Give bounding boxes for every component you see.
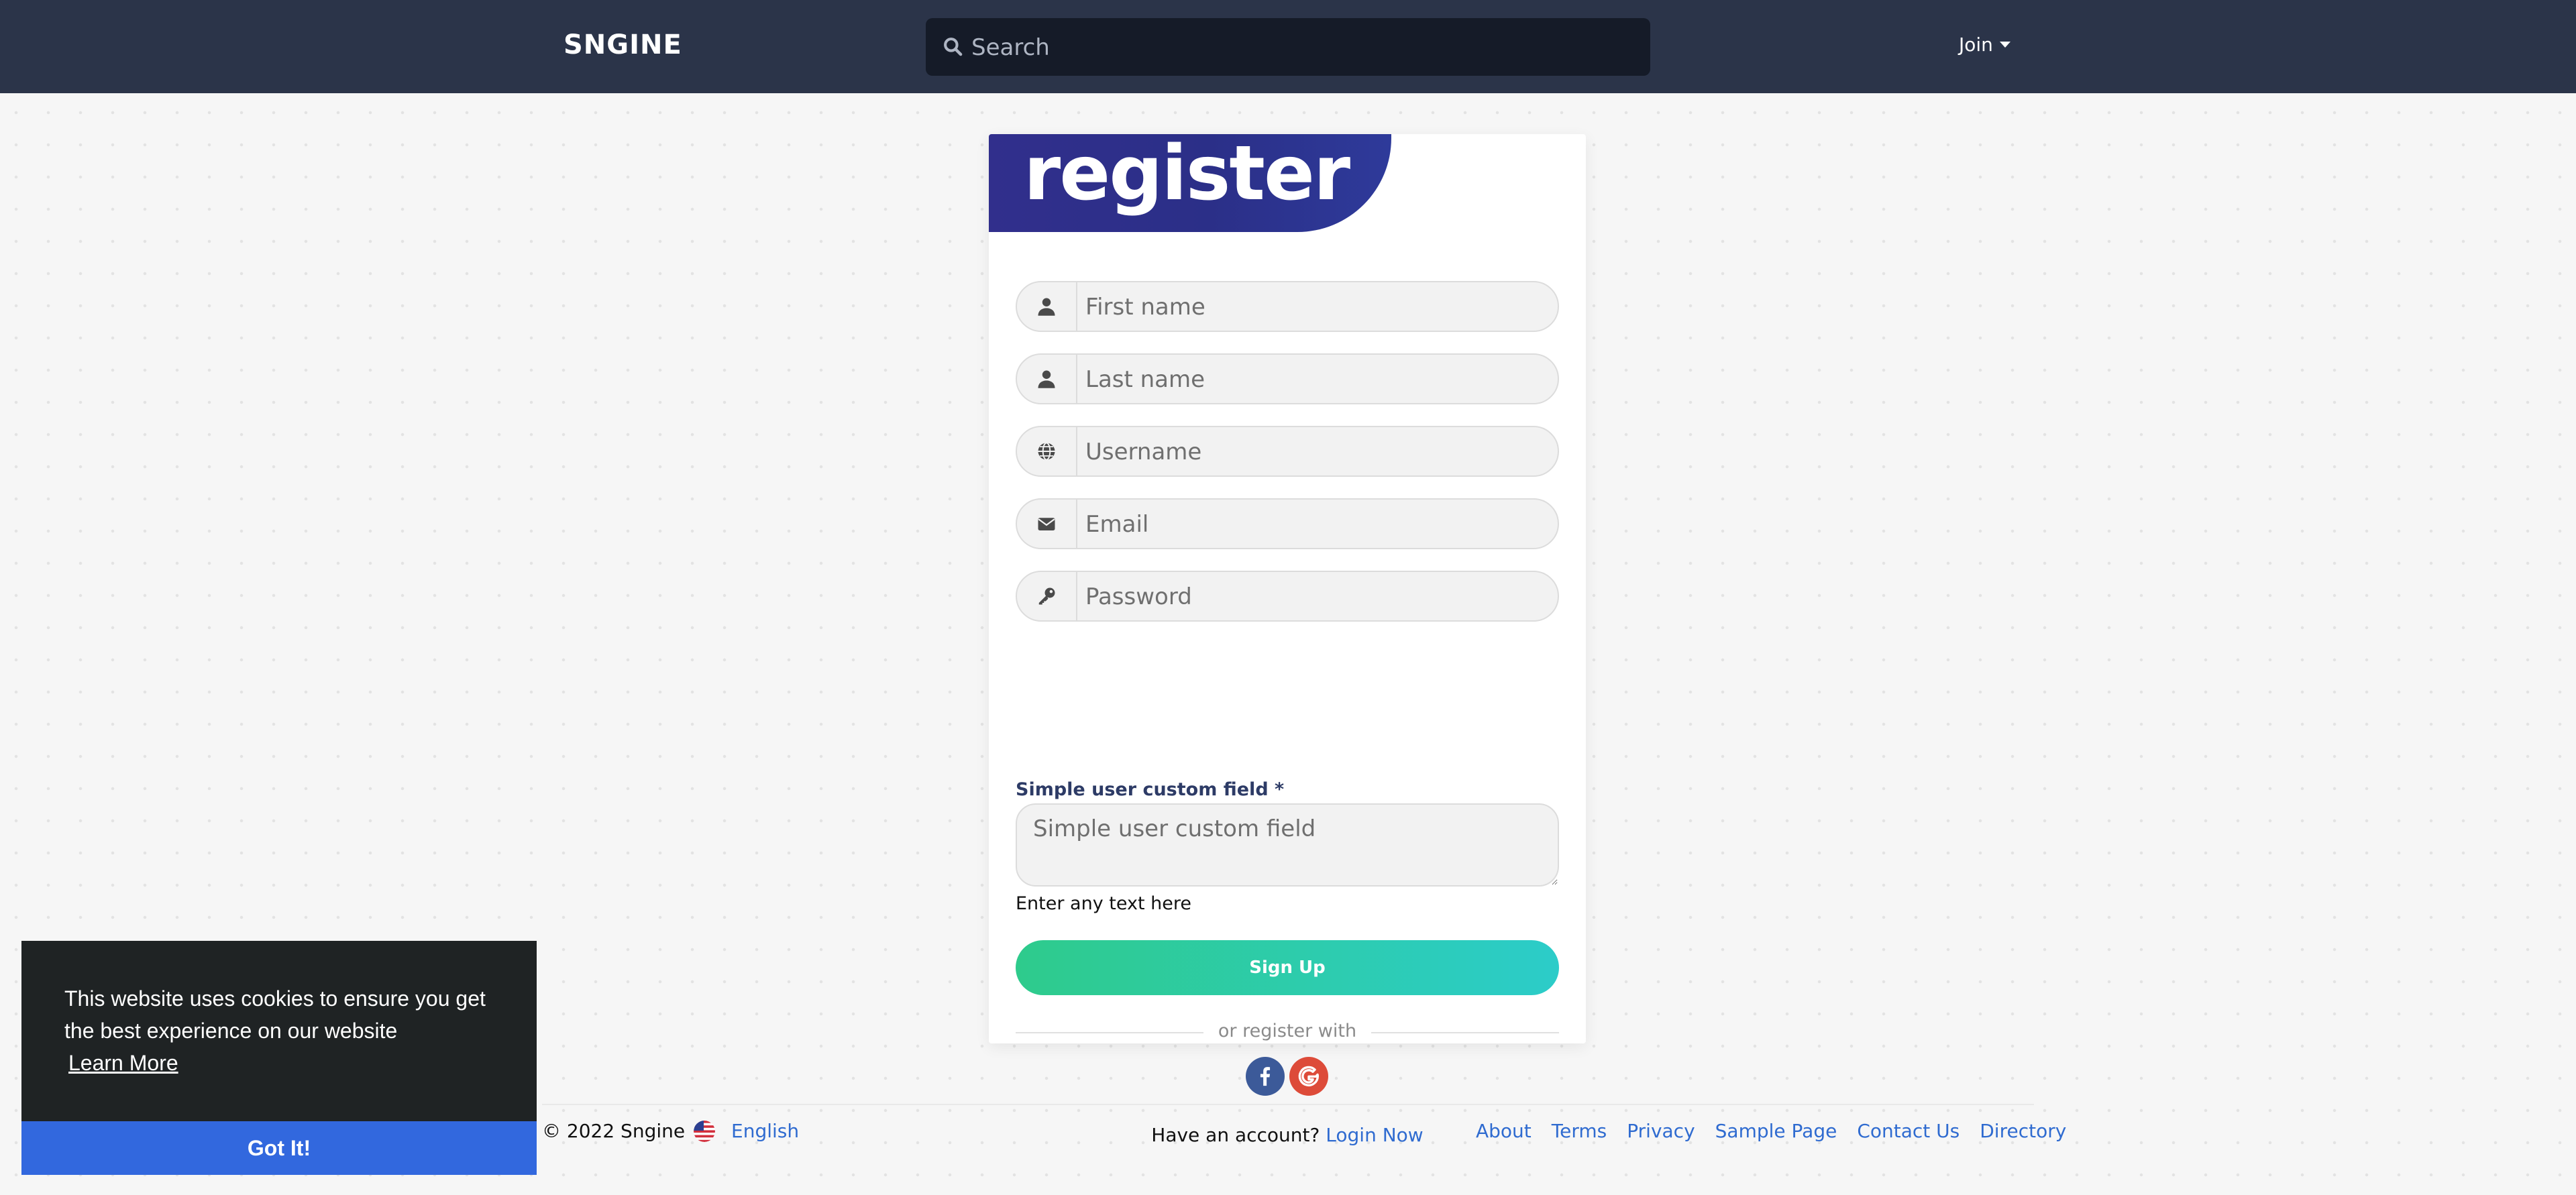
last-name-input[interactable] bbox=[1084, 355, 1550, 404]
footer-link-privacy[interactable]: Privacy bbox=[1627, 1120, 1695, 1142]
email-input[interactable] bbox=[1084, 500, 1550, 549]
facebook-icon bbox=[1260, 1067, 1271, 1086]
cookie-learn-more-link[interactable]: Learn More bbox=[68, 1051, 178, 1076]
facebook-login-button[interactable] bbox=[1246, 1057, 1285, 1096]
join-label: Join bbox=[1959, 34, 1993, 56]
caret-down-icon bbox=[1999, 42, 2010, 48]
key-icon bbox=[1038, 587, 1055, 605]
first-name-input[interactable] bbox=[1084, 282, 1550, 332]
language-label: English bbox=[731, 1120, 800, 1142]
first-name-field bbox=[1016, 281, 1559, 332]
search-input[interactable] bbox=[970, 18, 1630, 77]
join-dropdown[interactable]: Join bbox=[1959, 34, 2010, 56]
footer-links: About Terms Privacy Sample Page Contact … bbox=[1476, 1120, 2066, 1142]
footer-divider bbox=[542, 1104, 2034, 1105]
last-name-field bbox=[1016, 353, 1559, 404]
sign-up-button[interactable]: Sign Up bbox=[1016, 940, 1559, 995]
login-now-link[interactable]: Login Now bbox=[1326, 1124, 1423, 1146]
language-selector[interactable]: English bbox=[694, 1120, 799, 1142]
footer-link-terms[interactable]: Terms bbox=[1552, 1120, 1607, 1142]
footer-link-sample-page[interactable]: Sample Page bbox=[1715, 1120, 1837, 1142]
user-icon bbox=[1038, 298, 1055, 316]
search-icon bbox=[944, 38, 963, 56]
footer-copyright: © 2022 Sngine bbox=[542, 1120, 686, 1142]
footer-link-about[interactable]: About bbox=[1476, 1120, 1532, 1142]
register-header: register bbox=[989, 130, 1391, 232]
us-flag-icon bbox=[694, 1120, 715, 1142]
username-field bbox=[1016, 426, 1559, 477]
envelope-icon bbox=[1038, 518, 1055, 530]
email-field bbox=[1016, 498, 1559, 549]
register-card: register First name Last name Username E… bbox=[989, 130, 1586, 1146]
brand-logo[interactable]: SNGINE bbox=[564, 30, 682, 60]
custom-field-label: Simple user custom field * bbox=[1016, 779, 1285, 800]
cookie-accept-button[interactable]: Got It! bbox=[21, 1121, 537, 1175]
google-icon bbox=[1298, 1066, 1320, 1087]
user-icon bbox=[1038, 370, 1055, 388]
top-navbar: SNGINE Join bbox=[0, 0, 2576, 93]
globe-icon bbox=[1038, 442, 1055, 461]
cookie-message: This website uses cookies to ensure you … bbox=[64, 986, 486, 1043]
password-input[interactable] bbox=[1084, 572, 1550, 622]
divider-text: or register with bbox=[1218, 1021, 1357, 1041]
cookie-banner: This website uses cookies to ensure you … bbox=[21, 941, 537, 1175]
social-divider: or register with bbox=[1016, 1021, 1559, 1043]
password-field bbox=[1016, 571, 1559, 622]
have-account-text: Have an account? bbox=[1151, 1124, 1320, 1146]
register-title: register bbox=[1024, 130, 1350, 217]
search-box[interactable] bbox=[926, 18, 1650, 77]
custom-field-textarea[interactable] bbox=[1016, 803, 1559, 887]
custom-field-help: Enter any text here bbox=[1016, 893, 1191, 914]
footer-link-contact-us[interactable]: Contact Us bbox=[1857, 1120, 1960, 1142]
google-login-button[interactable] bbox=[1289, 1057, 1328, 1096]
footer-link-directory[interactable]: Directory bbox=[1980, 1120, 2066, 1142]
username-input[interactable] bbox=[1084, 427, 1550, 477]
